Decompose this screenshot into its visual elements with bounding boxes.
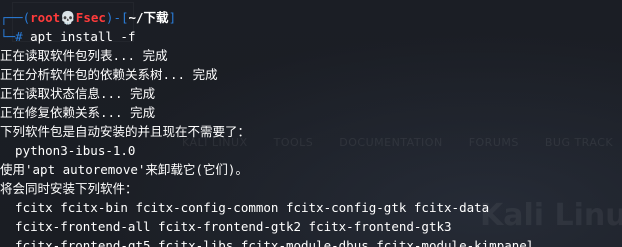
prompt-corner-bottom: └─: [0, 29, 16, 44]
output-line: 正在读取软件包列表... 完成: [0, 48, 168, 63]
command-text: apt install -f: [30, 29, 136, 44]
output-line: 下列软件包是自动安装的并且现在不需要了：: [0, 124, 251, 139]
output-line: 正在分析软件包的依赖关系树... 完成: [0, 67, 218, 82]
output-line: 使用'apt autoremove'来卸载它(它们)。: [0, 162, 248, 177]
output-line: fcitx-frontend-qt5 fcitx-libs fcitx-modu…: [0, 238, 535, 247]
output-line: 正在修复依赖关系... 完成: [0, 105, 156, 120]
prompt-close-bracket: ]: [168, 10, 177, 25]
prompt-line-1: ┌──(root💀Fsec)-[~/下载]: [0, 8, 176, 27]
output-line: fcitx-frontend-all fcitx-frontend-gtk2 f…: [0, 219, 452, 234]
prompt-user: root: [30, 10, 61, 25]
output-line: 正在读取状态信息... 完成: [0, 86, 156, 101]
watermark-nav-item: BUG TRACK: [544, 136, 614, 149]
prompt-path: ~/下载: [128, 10, 169, 25]
output-line: 将会同时安装下列软件：: [0, 181, 138, 196]
prompt-host: Fsec: [75, 10, 106, 25]
prompt-dash: -: [113, 10, 121, 25]
terminal-window[interactable]: KALI LINUX TOOLS DOCUMENTATION FORUMS BUG TR…: [0, 0, 622, 247]
prompt-open-paren: (: [22, 10, 31, 25]
watermark-nav-item: FORUMS: [468, 136, 519, 149]
output-line: python3-ibus-1.0: [0, 143, 136, 158]
prompt-line-2[interactable]: └─# apt install -f: [0, 27, 135, 46]
background-watermark-logo: Kali Linux: [480, 198, 622, 233]
prompt-corner-top: ┌──: [0, 10, 23, 25]
watermark-nav-item: TOOLS: [273, 136, 314, 149]
prompt-symbol: #: [15, 29, 23, 44]
watermark-nav-item: DOCUMENTATION: [339, 136, 443, 149]
output-line: fcitx fcitx-bin fcitx-config-common fcit…: [0, 200, 490, 215]
prompt-open-bracket: [: [120, 10, 129, 25]
skull-icon: 💀: [60, 10, 76, 25]
